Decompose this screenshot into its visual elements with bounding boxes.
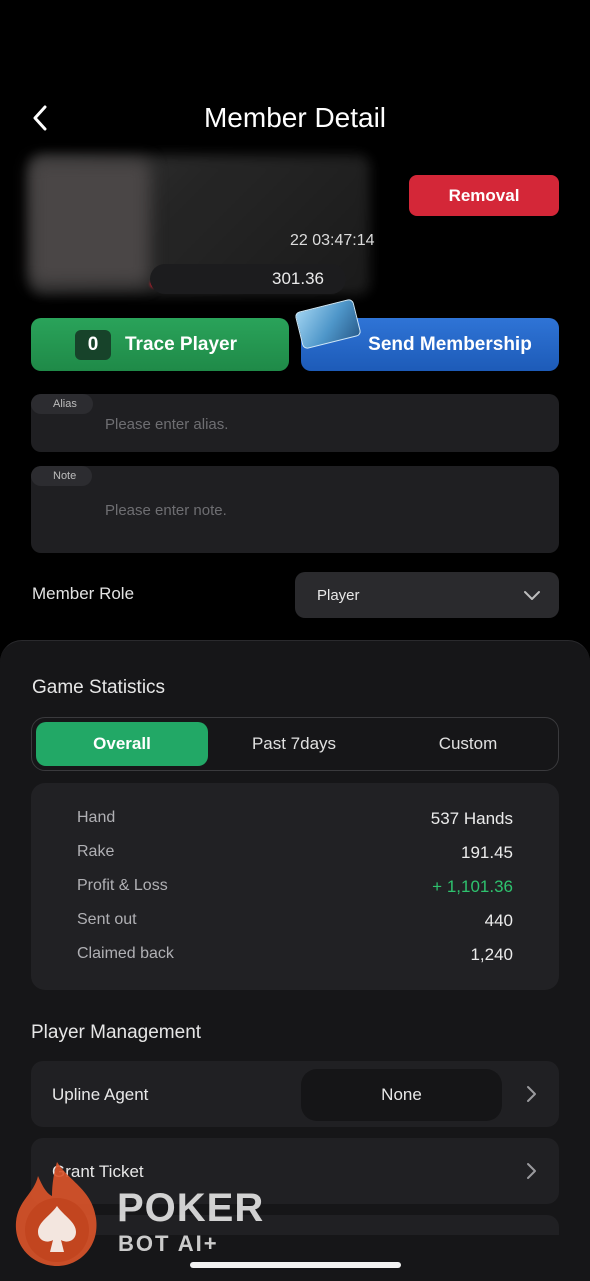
send-membership-label: Send Membership <box>368 333 532 355</box>
stat-label-sent-out: Sent out <box>77 911 137 928</box>
member-role-label: Member Role <box>32 584 135 603</box>
upline-agent-value: None <box>301 1069 502 1121</box>
note-field[interactable] <box>31 466 559 553</box>
tab-past-7days[interactable]: Past 7days <box>208 722 380 766</box>
stat-label-hand: Hand <box>77 809 116 826</box>
tab-custom[interactable]: Custom <box>382 722 554 766</box>
pokerbot-logo-icon <box>12 1160 102 1270</box>
tab-overall[interactable]: Overall <box>36 722 208 766</box>
watermark-poker: POKER <box>117 1186 265 1230</box>
member-role-value: Player <box>317 586 360 604</box>
note-input[interactable] <box>103 500 527 544</box>
join-time: 22 03:47:14 <box>290 232 375 249</box>
home-indicator[interactable] <box>190 1262 401 1268</box>
player-management-title: Player Management <box>31 1022 202 1043</box>
chevron-right-icon <box>521 1084 541 1104</box>
stat-value-hand: 537 Hands <box>430 809 513 828</box>
alias-field[interactable] <box>31 394 559 452</box>
member-role-select[interactable]: Player <box>295 572 559 618</box>
avatar <box>30 160 150 285</box>
page-title: Member Detail <box>203 102 387 133</box>
game-statistics-title: Game Statistics <box>32 677 166 698</box>
alias-tag: Alias <box>31 394 93 414</box>
stat-label-rake: Rake <box>77 843 115 860</box>
removal-button[interactable]: Removal <box>409 175 559 216</box>
trace-player-label: Trace Player <box>125 333 237 355</box>
stat-value-sent-out: 440 <box>484 911 513 930</box>
balance-value: 301.36 <box>272 269 324 288</box>
stat-value-profit-loss: + 1,101.36 <box>432 877 513 896</box>
upline-agent-label: Upline Agent <box>52 1085 149 1104</box>
next-row-partial[interactable] <box>31 1215 559 1235</box>
stat-value-rake: 191.45 <box>461 843 513 862</box>
stat-label-claimed-back: Claimed back <box>77 945 174 962</box>
note-tag: Note <box>31 466 93 486</box>
stat-label-profit-loss: Profit & Loss <box>77 877 168 894</box>
chevron-right-icon <box>521 1161 541 1181</box>
watermark-bot-ai: BOT AI+ <box>118 1231 219 1256</box>
stat-value-claimed-back: 1,240 <box>470 945 513 964</box>
trace-count-badge: 0 <box>75 329 111 360</box>
chevron-down-icon <box>524 591 540 600</box>
alias-input[interactable] <box>103 410 527 438</box>
trace-player-button[interactable]: 0 Trace Player <box>31 318 289 371</box>
